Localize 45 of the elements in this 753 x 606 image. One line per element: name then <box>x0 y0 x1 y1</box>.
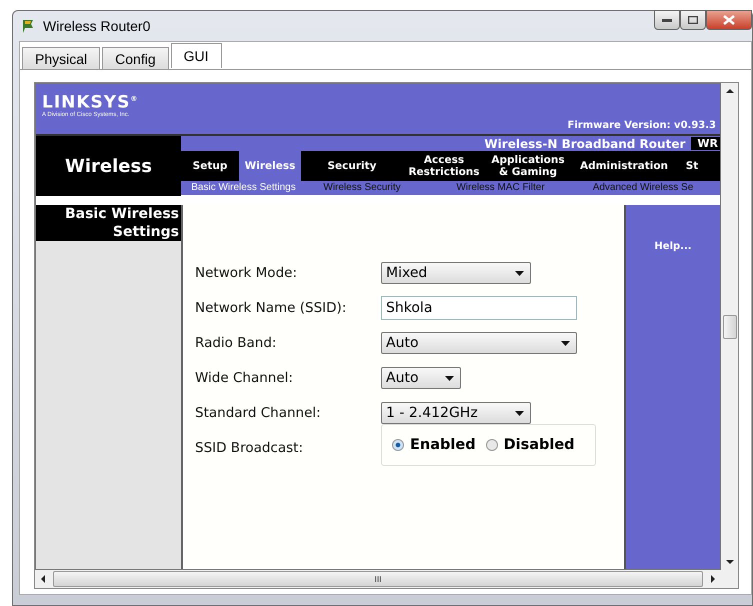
field-label: Network Name (SSID): <box>195 300 348 316</box>
caret-icon <box>445 376 454 380</box>
scroll-left-icon[interactable] <box>39 575 47 583</box>
field-label: SSID Broadcast: <box>195 440 304 456</box>
subnav-link[interactable]: Advanced Wireless Se <box>583 181 703 195</box>
field-label: Network Mode: <box>195 265 298 281</box>
subnav-link[interactable]: Wireless MAC Filter <box>418 181 583 195</box>
logo: LINKSYS$^{®}$ <box>42 92 138 112</box>
subnav-link[interactable]: Wireless Security <box>306 181 418 195</box>
minimize-button[interactable] <box>654 10 680 30</box>
scrollbar-grip: III <box>374 574 382 584</box>
scroll-down-icon[interactable] <box>726 558 734 566</box>
tab[interactable]: Config <box>102 47 169 69</box>
scrollbar-thumb[interactable] <box>722 314 736 338</box>
scroll-up-icon[interactable] <box>726 87 734 95</box>
model-label: WR <box>691 137 720 150</box>
field-label: Radio Band: <box>195 335 278 351</box>
maximize-icon <box>688 16 698 24</box>
window-title: Wireless Router0 <box>43 18 150 34</box>
minimize-icon <box>662 18 672 22</box>
product-name: Wireless-N Broadband Router <box>484 136 686 150</box>
caret-icon <box>561 340 570 346</box>
caret-icon <box>515 270 524 276</box>
close-button[interactable] <box>706 10 752 30</box>
section-title: Wireless <box>65 156 152 176</box>
firmware-version: Firmware Version: v0.93.3 <box>568 120 716 133</box>
dropdown[interactable]: 1 - 2.412GHz <box>381 402 531 424</box>
subnav-link[interactable]: Basic Wireless Settings <box>181 181 306 195</box>
help-link[interactable]: Help... <box>654 241 692 569</box>
close-icon <box>723 15 735 25</box>
dropdown[interactable]: Auto <box>381 332 577 354</box>
dropdown[interactable]: Mixed <box>381 262 531 284</box>
field-label: Standard Channel: <box>195 405 322 421</box>
field-label: Wide Channel: <box>195 370 294 386</box>
nav-tab[interactable]: Wireless <box>239 151 301 181</box>
page-title: Basic Wireless Settings <box>36 205 181 241</box>
radio-option[interactable]: Disabled <box>486 437 575 453</box>
tab[interactable]: GUI <box>170 43 222 68</box>
tab[interactable]: Physical <box>22 47 100 69</box>
dropdown[interactable]: Auto <box>381 367 461 389</box>
scroll-right-icon[interactable] <box>709 575 717 583</box>
maximize-button[interactable] <box>680 10 706 30</box>
caret-icon <box>515 410 524 416</box>
radio-option[interactable]: Enabled <box>392 437 476 453</box>
input-field[interactable]: Shkola <box>381 296 577 320</box>
